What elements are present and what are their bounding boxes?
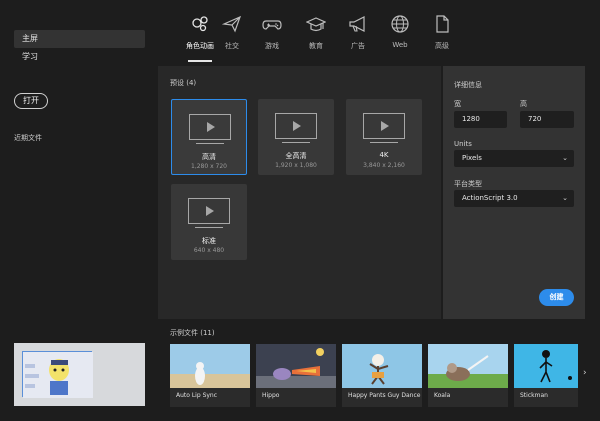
chevron-right-icon[interactable]: › [583, 368, 587, 378]
platform-select[interactable]: ActionScript 3.0 ⌄ [454, 190, 574, 207]
video-screen-icon [363, 113, 405, 139]
details-panel: 详细信息 宽 高 1280 720 Units Pixels ⌄ 平台类型 Ac… [443, 66, 585, 319]
tab-label: 游戏 [265, 42, 279, 50]
tab-advanced[interactable]: 高级 [420, 14, 464, 51]
preset-card-hd[interactable]: 高清 1,280 x 720 [171, 99, 247, 175]
sidebar-item-learn[interactable]: 学习 [14, 48, 145, 66]
create-button[interactable]: 创建 [539, 289, 574, 306]
preset-name: 标准 [202, 237, 216, 245]
presets-title: 预设 (4) [170, 79, 197, 87]
preset-dimensions: 1,920 x 1,080 [275, 162, 317, 169]
sample-name: Stickman [520, 392, 548, 399]
preset-card-standard[interactable]: 标准 640 x 480 [171, 184, 247, 260]
globe-icon [391, 15, 409, 33]
sample-name: Koala [434, 392, 451, 399]
tab-web[interactable]: Web [378, 14, 422, 49]
presets-panel: 预设 (4) 高清 1,280 x 720 全高清 1,920 x 1,080 … [158, 66, 441, 319]
details-title: 详细信息 [454, 81, 482, 89]
preset-name: 高清 [202, 153, 216, 161]
video-screen-icon [188, 198, 230, 224]
preset-name: 全高清 [285, 152, 307, 160]
sidebar-item-home[interactable]: 主屏 [14, 30, 145, 48]
active-tab-indicator [188, 60, 212, 62]
preset-card-full-hd[interactable]: 全高清 1,920 x 1,080 [258, 99, 334, 175]
recent-file-preview [22, 351, 93, 398]
tab-advertising[interactable]: 广告 [336, 14, 380, 51]
sample-thumbnail [514, 344, 578, 388]
sample-happy-pants-guy-dance[interactable]: Happy Pants Guy Dance [342, 344, 422, 407]
preset-dimensions: 1,280 x 720 [191, 163, 227, 170]
tab-label: 高级 [435, 42, 449, 50]
preset-card-4k[interactable]: 4K 3,840 x 2,160 [346, 99, 422, 175]
sample-hippo[interactable]: Hippo [256, 344, 336, 407]
video-screen-icon [275, 113, 317, 139]
sample-name: Hippo [262, 392, 280, 399]
tab-games[interactable]: 游戏 [250, 14, 294, 51]
sample-name: Auto Lip Sync [176, 392, 218, 399]
height-field[interactable]: 720 [520, 111, 574, 128]
platform-label: 平台类型 [454, 180, 482, 188]
sample-thumbnail [428, 344, 508, 388]
character-preview-image [23, 352, 93, 398]
character-animation-icon [192, 16, 208, 32]
sample-thumbnail [256, 344, 336, 388]
chevron-down-icon: ⌄ [562, 194, 568, 202]
sample-koala[interactable]: Koala [428, 344, 508, 407]
height-label: 高 [520, 100, 527, 108]
tab-label: Web [392, 41, 408, 49]
paper-plane-icon [222, 15, 242, 33]
video-screen-icon [189, 114, 231, 140]
sample-auto-lip-sync[interactable]: Auto Lip Sync [170, 344, 250, 407]
tab-label: 社交 [225, 42, 239, 50]
open-button[interactable]: 打开 [14, 93, 48, 109]
tab-social[interactable]: 社交 [210, 14, 254, 51]
sample-stickman[interactable]: Stickman [514, 344, 578, 407]
sidebar: 主屏 学习 打开 近期文件 [0, 0, 158, 421]
tab-label: 教育 [309, 42, 323, 50]
graduation-cap-icon [306, 17, 326, 32]
units-select[interactable]: Pixels ⌄ [454, 150, 574, 167]
chevron-down-icon: ⌄ [562, 154, 568, 162]
units-label: Units [454, 140, 472, 148]
gamepad-icon [262, 20, 282, 30]
units-value: Pixels [462, 154, 482, 162]
preset-dimensions: 3,840 x 2,160 [363, 162, 405, 169]
preset-name: 4K [379, 151, 389, 159]
samples-title: 示例文件 (11) [170, 329, 215, 337]
recent-file-thumbnail[interactable] [14, 343, 145, 406]
document-icon [436, 15, 449, 33]
tab-education[interactable]: 教育 [294, 14, 338, 51]
category-tabs: 角色动画 社交 游戏 教育 广告 Web 高级 [158, 0, 600, 62]
sample-name: Happy Pants Guy Dance [348, 392, 421, 399]
preset-dimensions: 640 x 480 [193, 247, 225, 254]
sample-thumbnail [342, 344, 422, 388]
recent-files-label: 近期文件 [14, 134, 42, 142]
megaphone-icon [349, 16, 365, 32]
tab-label: 广告 [351, 42, 365, 50]
platform-value: ActionScript 3.0 [462, 194, 518, 202]
sample-thumbnail [170, 344, 250, 388]
width-label: 宽 [454, 100, 461, 108]
width-field[interactable]: 1280 [454, 111, 507, 128]
